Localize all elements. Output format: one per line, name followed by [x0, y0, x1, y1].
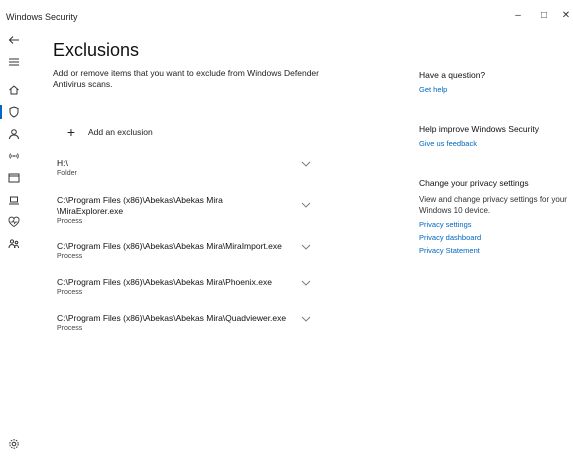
privacy-section: Change your privacy settings View and ch…: [419, 178, 569, 255]
home-icon[interactable]: [6, 82, 22, 98]
page-title: Exclusions: [53, 40, 140, 60]
chevron-down-icon[interactable]: [301, 200, 311, 210]
feedback-section: Help improve Windows Security Give us fe…: [419, 124, 569, 148]
device-icon[interactable]: [6, 192, 22, 208]
help-heading: Have a question?: [419, 70, 486, 80]
exclusion-type: Process: [57, 289, 83, 296]
nav-active-indicator: [0, 105, 2, 119]
exclusion-type: Process: [57, 253, 83, 260]
add-exclusion-label: Add an exclusion: [88, 127, 153, 137]
exclusion-path: C:\Program Files (x86)\Abekas\Abekas Mir…: [57, 241, 282, 251]
exclusion-path: C:\Program Files (x86)\Abekas\Abekas Mir…: [57, 313, 287, 323]
privacy-dashboard-link[interactable]: Privacy dashboard: [419, 233, 569, 242]
page-description: Add or remove items that you want to exc…: [53, 68, 319, 89]
exclusion-item[interactable]: C:\Program Files (x86)\Abekas\Abekas Mir…: [57, 241, 317, 260]
exclusion-path: C:\Program Files (x86)\Abekas\Abekas Mir…: [57, 277, 272, 287]
left-nav: [0, 30, 28, 457]
get-help-link[interactable]: Get help: [419, 85, 569, 94]
close-button[interactable]: ✕: [559, 10, 573, 21]
privacy-statement-link[interactable]: Privacy Statement: [419, 246, 569, 255]
chevron-down-icon[interactable]: [301, 159, 311, 169]
exclusion-path: C:\Program Files (x86)\Abekas\Abekas Mir…: [57, 195, 223, 216]
plus-icon: +: [66, 124, 76, 140]
give-feedback-link[interactable]: Give us feedback: [419, 139, 569, 148]
privacy-settings-link[interactable]: Privacy settings: [419, 220, 569, 229]
back-icon[interactable]: [6, 32, 22, 48]
title-bar: Windows Security – □ ✕: [0, 8, 573, 30]
add-exclusion-button[interactable]: + Add an exclusion: [60, 120, 200, 144]
feedback-heading: Help improve Windows Security: [419, 124, 539, 134]
app-title: Windows Security: [6, 12, 78, 22]
shield-icon[interactable]: [6, 104, 22, 120]
exclusion-item[interactable]: C:\Program Files (x86)\Abekas\Abekas Mir…: [57, 277, 317, 296]
exclusion-type: Process: [57, 325, 83, 332]
maximize-button[interactable]: □: [537, 10, 551, 21]
health-icon[interactable]: [6, 214, 22, 230]
wifi-icon[interactable]: [6, 148, 22, 164]
chevron-down-icon[interactable]: [301, 314, 311, 324]
privacy-description: View and change privacy settings for you…: [419, 195, 567, 215]
menu-icon[interactable]: [6, 54, 22, 70]
app-browser-icon[interactable]: [6, 170, 22, 186]
help-section: Have a question? Get help: [419, 70, 569, 94]
family-icon[interactable]: [6, 236, 22, 252]
exclusion-type: Folder: [57, 170, 77, 177]
privacy-heading: Change your privacy settings: [419, 178, 529, 188]
chevron-down-icon[interactable]: [301, 242, 311, 252]
exclusion-type: Process: [57, 218, 83, 225]
exclusion-path: H:\: [57, 158, 68, 168]
chevron-down-icon[interactable]: [301, 278, 311, 288]
exclusion-item[interactable]: C:\Program Files (x86)\Abekas\Abekas Mir…: [57, 313, 317, 332]
exclusion-item[interactable]: C:\Program Files (x86)\Abekas\Abekas Mir…: [57, 195, 317, 225]
exclusion-item[interactable]: H:\ Folder: [57, 158, 317, 177]
settings-icon[interactable]: [6, 436, 22, 452]
minimize-button[interactable]: –: [511, 10, 525, 21]
account-icon[interactable]: [6, 126, 22, 142]
